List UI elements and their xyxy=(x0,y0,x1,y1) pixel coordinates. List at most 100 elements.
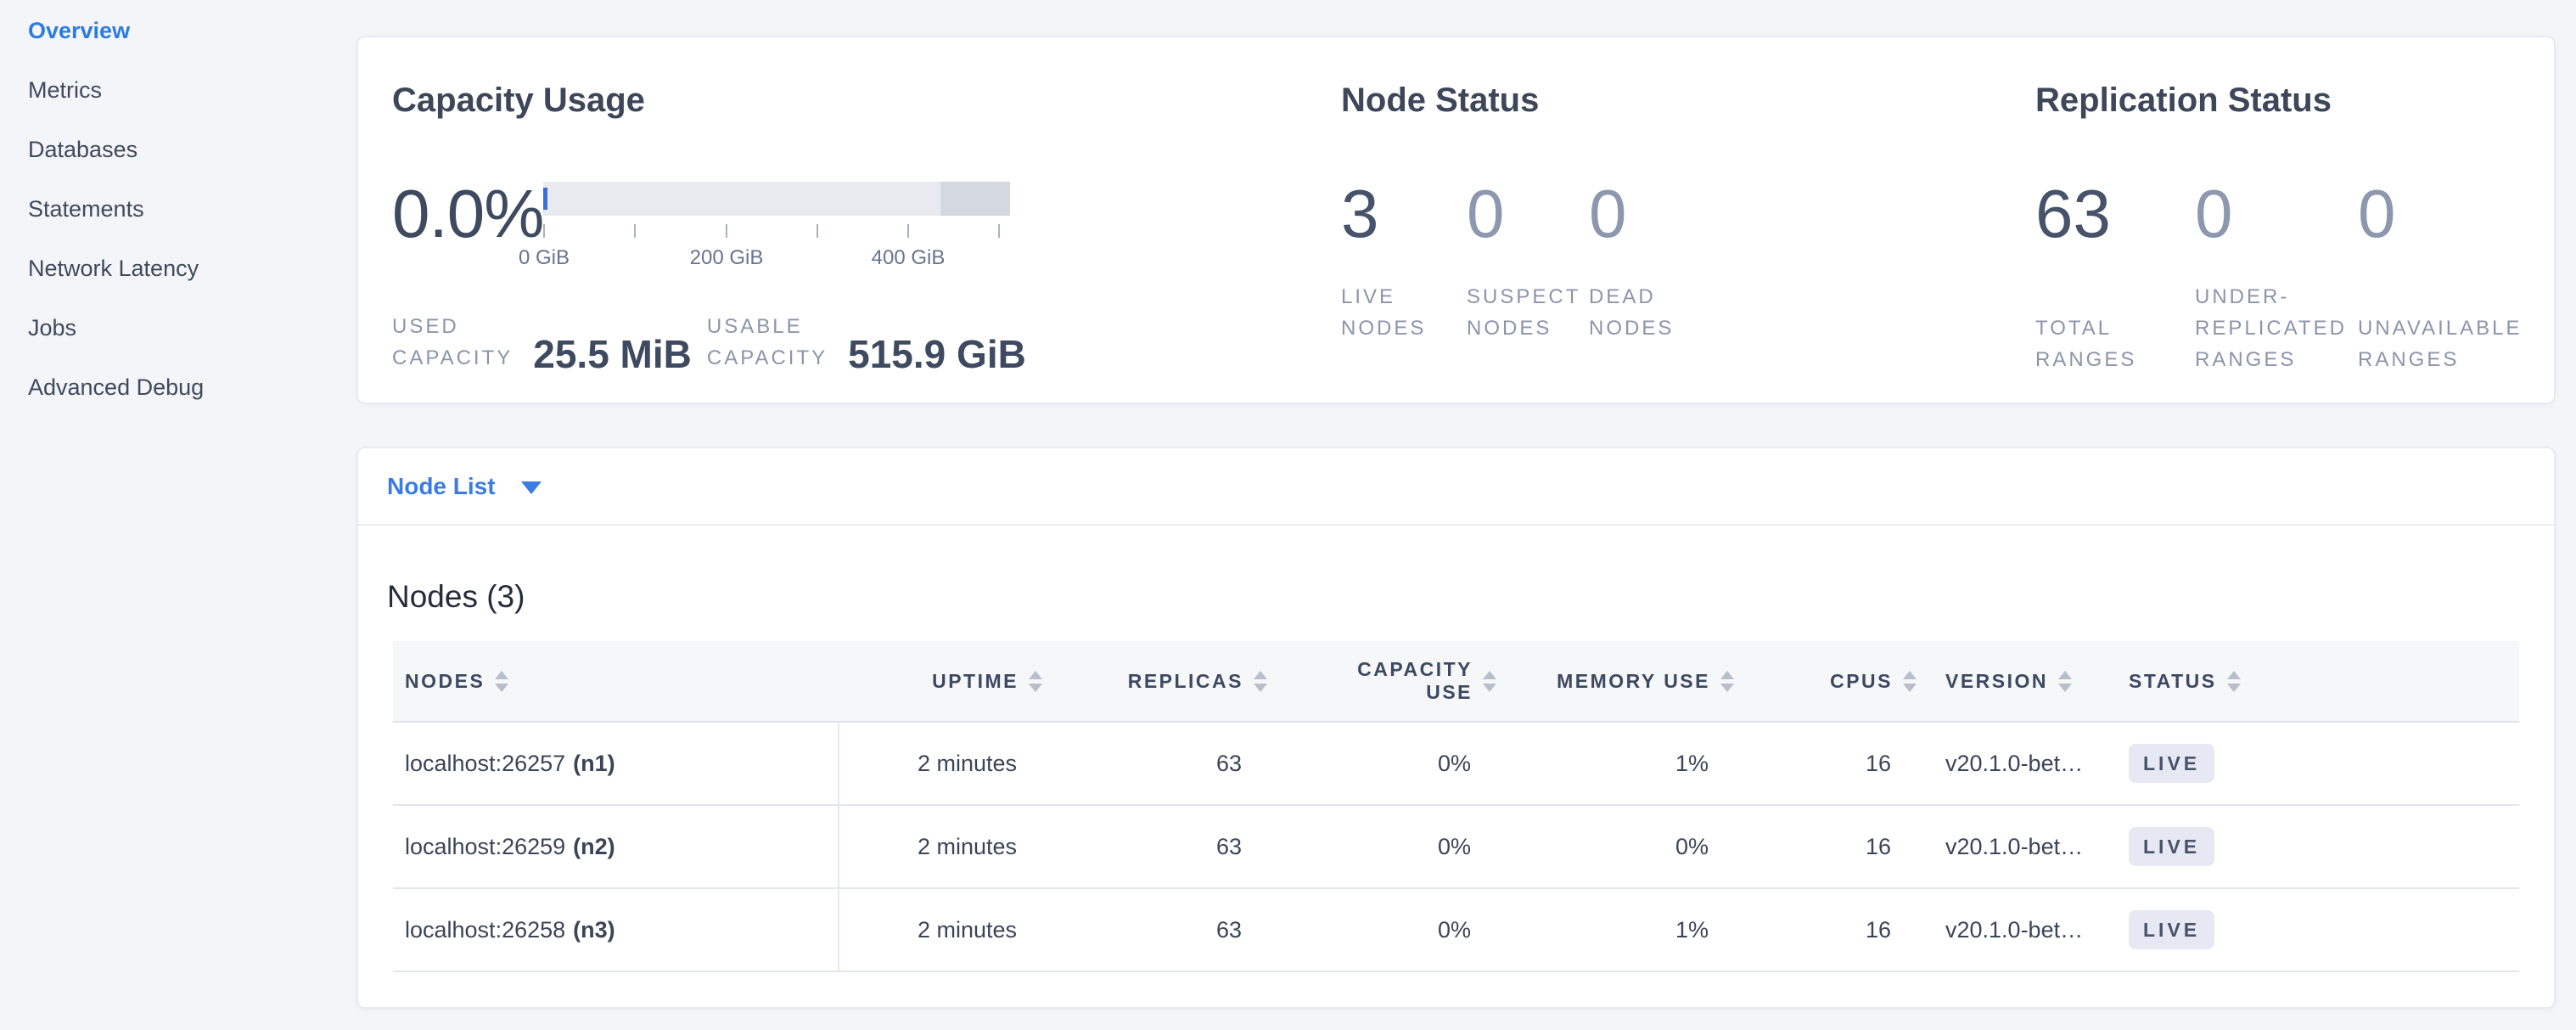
capacity-bar-used-segment xyxy=(543,188,547,210)
live-nodes-count: 3 xyxy=(1341,178,1467,250)
column-header-uptime[interactable]: UPTIME xyxy=(839,641,1054,721)
table-row: localhost:26257(n1) 2 minutes 63 0% 1% 1… xyxy=(393,723,2519,806)
version-cell: v20.1.0-bet… xyxy=(1928,723,2098,804)
spacer-cell xyxy=(2259,806,2519,887)
column-header-memory-use[interactable]: MEMORY USE xyxy=(1508,641,1746,721)
node-name-cell[interactable]: localhost:26257(n1) xyxy=(393,723,839,804)
version-cell: v20.1.0-bet… xyxy=(1928,806,2098,887)
live-nodes-label: LIVE NODES xyxy=(1341,281,1467,344)
unavailable-ranges-label: UNAVAILABLE RANGES xyxy=(2358,312,2554,375)
axis-label-0gib: 0 GiB xyxy=(519,246,570,270)
memory-use-cell: 1% xyxy=(1508,723,1746,804)
axis-label-400gib: 400 GiB xyxy=(872,246,946,270)
capacity-usage-title: Capacity Usage xyxy=(392,80,1307,121)
sort-icon xyxy=(495,671,508,692)
suspect-nodes-label: SUSPECT NODES xyxy=(1467,281,1589,344)
sort-icon xyxy=(2058,671,2072,692)
node-name-cell[interactable]: localhost:26258(n3) xyxy=(393,889,839,971)
replicas-cell: 63 xyxy=(1054,723,1279,804)
suspect-nodes-count: 0 xyxy=(1467,178,1589,250)
column-header-replicas[interactable]: REPLICAS xyxy=(1054,641,1279,721)
unavailable-ranges-count: 0 xyxy=(2358,178,2554,250)
nodes-table-header-row: NODES UPTIME REPLICAS CAPACITY USE MEMOR… xyxy=(393,641,2519,723)
chevron-down-icon xyxy=(521,481,542,494)
capacity-use-cell: 0% xyxy=(1279,806,1508,887)
node-list-header: Node List xyxy=(358,448,2554,526)
axis-tick xyxy=(634,224,636,238)
node-status-numbers: 3 0 0 xyxy=(1341,178,2001,250)
axis-tick xyxy=(543,224,545,238)
capacity-bar-total-segment xyxy=(940,182,1010,216)
under-replicated-ranges-count: 0 xyxy=(2195,178,2358,250)
node-status-title: Node Status xyxy=(1341,80,2001,121)
node-status-labels: LIVE NODES SUSPECT NODES DEAD NODES xyxy=(1341,281,2001,344)
sort-icon xyxy=(1483,671,1496,692)
used-capacity-stat: USED CAPACITY 25.5 MiB xyxy=(392,311,692,374)
replicas-cell: 63 xyxy=(1054,806,1279,887)
replication-status-section: Replication Status 63 0 0 TOTAL RANGES U… xyxy=(2001,37,2554,402)
sidebar-item-network-latency[interactable]: Network Latency xyxy=(0,239,356,298)
status-cell: LIVE xyxy=(2098,889,2259,971)
replication-status-title: Replication Status xyxy=(2035,80,2554,121)
under-replicated-ranges-label: UNDER- REPLICATED RANGES xyxy=(2195,281,2358,375)
sidebar-item-advanced-debug[interactable]: Advanced Debug xyxy=(0,357,356,417)
used-capacity-value: 25.5 MiB xyxy=(533,335,692,374)
sort-icon xyxy=(1254,671,1267,692)
status-cell: LIVE xyxy=(2098,723,2259,804)
sidebar-item-metrics[interactable]: Metrics xyxy=(0,60,356,120)
capacity-bar xyxy=(543,182,1010,216)
cpus-cell: 16 xyxy=(1746,889,1928,971)
sidebar-item-statements[interactable]: Statements xyxy=(0,179,356,239)
capacity-use-cell: 0% xyxy=(1279,889,1508,971)
uptime-cell: 2 minutes xyxy=(839,723,1054,804)
uptime-cell: 2 minutes xyxy=(839,806,1054,887)
sort-icon xyxy=(1029,671,1042,692)
cluster-summary-card: Capacity Usage 0.0% 0 GiB 200 GiB 400 xyxy=(356,36,2556,404)
cluster-overview-page: { "colors": { "accent_blue": "#2b7ce0", … xyxy=(0,0,2576,1030)
memory-use-cell: 0% xyxy=(1508,806,1746,887)
replicas-cell: 63 xyxy=(1054,889,1279,971)
axis-tick xyxy=(726,224,727,238)
capacity-stats: USED CAPACITY 25.5 MiB USABLE CAPACITY 5… xyxy=(392,311,1026,374)
column-header-spacer xyxy=(2259,641,2519,721)
column-header-version[interactable]: VERSION xyxy=(1928,641,2098,721)
node-list-view-dropdown[interactable]: Node List xyxy=(387,473,542,500)
spacer-cell xyxy=(2259,723,2519,804)
axis-label-200gib: 200 GiB xyxy=(690,246,764,270)
sort-icon xyxy=(2227,671,2241,692)
axis-tick xyxy=(998,224,1000,238)
sidebar-nav: Overview Metrics Databases Statements Ne… xyxy=(0,0,356,417)
column-header-cpus[interactable]: CPUS xyxy=(1746,641,1928,721)
spacer-cell xyxy=(2259,889,2519,971)
column-header-status[interactable]: STATUS xyxy=(2098,641,2259,721)
version-cell: v20.1.0-bet… xyxy=(1928,889,2098,971)
sort-icon xyxy=(1903,671,1917,692)
table-row: localhost:26259(n2) 2 minutes 63 0% 0% 1… xyxy=(393,806,2519,889)
status-badge: LIVE xyxy=(2129,744,2214,783)
cpus-cell: 16 xyxy=(1746,723,1928,804)
memory-use-cell: 1% xyxy=(1508,889,1746,971)
dead-nodes-label: DEAD NODES xyxy=(1589,281,2001,344)
column-header-capacity-use[interactable]: CAPACITY USE xyxy=(1279,641,1508,721)
used-capacity-label: USED CAPACITY xyxy=(392,311,513,374)
status-badge: LIVE xyxy=(2129,827,2214,866)
axis-tick xyxy=(907,224,909,238)
usable-capacity-value: 515.9 GiB xyxy=(848,335,1026,374)
axis-tick xyxy=(817,224,818,238)
capacity-bar-chart: 0 GiB 200 GiB 400 GiB xyxy=(543,182,1010,284)
dead-nodes-count: 0 xyxy=(1589,178,2001,250)
total-ranges-label: TOTAL RANGES xyxy=(2035,312,2195,375)
nodes-table-title: Nodes (3) xyxy=(387,578,2554,616)
uptime-cell: 2 minutes xyxy=(839,889,1054,971)
sidebar-item-overview[interactable]: Overview xyxy=(0,1,356,60)
sort-icon xyxy=(1720,671,1734,692)
table-row: localhost:26258(n3) 2 minutes 63 0% 1% 1… xyxy=(393,889,2519,972)
nodes-table: NODES UPTIME REPLICAS CAPACITY USE MEMOR… xyxy=(393,641,2519,972)
node-name-cell[interactable]: localhost:26259(n2) xyxy=(393,806,839,887)
node-status-section: Node Status 3 0 0 LIVE NODES SUSPECT NOD… xyxy=(1307,37,2001,402)
sidebar-item-jobs[interactable]: Jobs xyxy=(0,298,356,357)
column-header-nodes[interactable]: NODES xyxy=(393,641,839,721)
replication-numbers: 63 0 0 xyxy=(2035,178,2554,250)
sidebar-item-databases[interactable]: Databases xyxy=(0,120,356,179)
total-ranges-count: 63 xyxy=(2035,178,2195,250)
